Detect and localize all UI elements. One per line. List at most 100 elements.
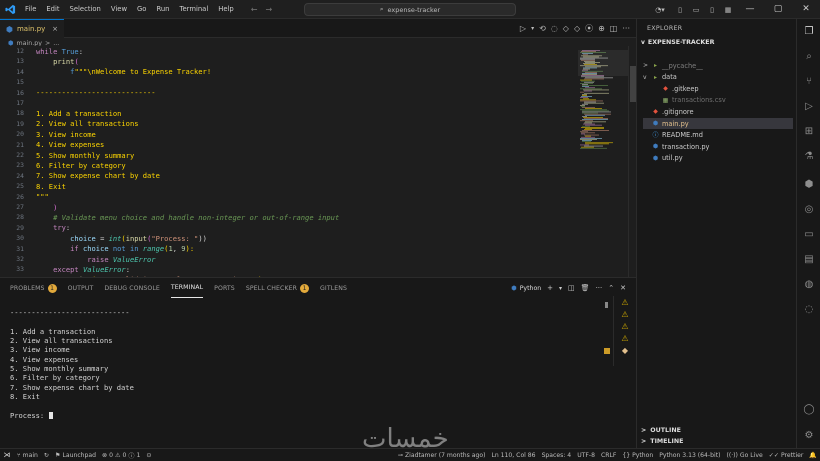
panel-tab-spell-checker[interactable]: SPELL CHECKER 1 [246, 278, 310, 298]
go-live-icon[interactable]: ⦿ [585, 23, 593, 34]
maximize-icon[interactable]: ▢ [764, 0, 792, 19]
code-line[interactable]: 33 except ValueError: [0, 264, 578, 274]
ports-status[interactable]: ⊙ [143, 452, 154, 459]
timeline-section[interactable]: > TIMELINE [641, 438, 683, 445]
close-panel-icon[interactable]: ✕ [620, 284, 626, 292]
menu-item-selection[interactable]: Selection [65, 0, 106, 19]
next-change-icon[interactable]: ◇ [574, 24, 580, 33]
code-line[interactable]: 28 # Validate menu choice and handle non… [0, 212, 578, 222]
explorer-icon[interactable]: ❐ [797, 21, 820, 41]
search-icon[interactable]: ⌕ [797, 46, 820, 66]
prettier-status[interactable]: ✓✓ Prettier [766, 452, 807, 459]
close-window-icon[interactable]: ✕ [792, 0, 820, 19]
file-tree-item[interactable]: ▦ transactions.csv [653, 95, 793, 106]
toggle-primary-sidebar-icon[interactable]: ▯ [674, 5, 686, 15]
menu-item-run[interactable]: Run [151, 0, 174, 19]
file-tree-item[interactable]: > ▸ __pycache__ [643, 60, 793, 71]
scrollbar-thumb[interactable] [605, 302, 608, 308]
eol-status[interactable]: CRLF [598, 452, 619, 459]
github-icon[interactable]: ◍ [797, 274, 820, 294]
panel-tab-output[interactable]: OUTPUT [68, 278, 94, 298]
file-tree-item[interactable]: ◆ .gitignore [643, 106, 793, 117]
gitlens-icon[interactable]: ◎ [797, 199, 820, 219]
panel-tab-terminal[interactable]: TERMINAL [170, 278, 204, 298]
code-line[interactable]: 32 raise ValueError [0, 254, 578, 264]
menu-item-go[interactable]: Go [132, 0, 151, 19]
code-line[interactable]: 31 if choice not in range(1, 9): [0, 244, 578, 254]
terminal-dropdown-icon[interactable]: ▾ [559, 285, 562, 292]
open-changes-icon[interactable]: ◌ [551, 24, 558, 33]
panel-tab-problems[interactable]: PROBLEMS 1 [10, 278, 57, 298]
cursor-position[interactable]: Ln 110, Col 86 [488, 452, 538, 459]
panel-tab-gitlens[interactable]: GITLENS [320, 278, 347, 298]
file-tree-item[interactable]: ◆ .gitkeep [653, 83, 793, 94]
file-tree-item[interactable]: ⓘ README.md [643, 130, 793, 141]
tab-main-py[interactable]: ⬢ main.py × [0, 19, 64, 38]
code-line[interactable]: 16 ---------------------------- [0, 88, 578, 98]
testing-icon[interactable]: ⚗ [797, 146, 820, 166]
code-line[interactable]: 22 5. Show monthly summary [0, 150, 578, 160]
account-icon[interactable]: ◯ [797, 399, 820, 419]
command-center-search[interactable]: ⌕ expense-tracker [304, 3, 516, 16]
code-line[interactable]: 29 try: [0, 223, 578, 233]
maximize-panel-icon[interactable]: ⌃ [608, 284, 614, 292]
split-editor-icon[interactable]: ◫ [610, 24, 618, 33]
interpreter-status[interactable]: Python 3.13 (64-bit) [656, 452, 723, 459]
branch-status[interactable]: ⑂ main [14, 452, 41, 459]
terminal-scrollbar[interactable] [604, 300, 610, 450]
menu-item-help[interactable]: Help [213, 0, 239, 19]
docker-icon[interactable]: ◌ [797, 299, 820, 319]
toggle-panel-icon[interactable]: ▭ [690, 5, 702, 15]
minimize-icon[interactable]: — [736, 0, 764, 19]
launchpad-status[interactable]: ⚑ Launchpad [52, 452, 99, 459]
terminal-python-icon[interactable]: ◆ [614, 344, 636, 356]
encoding-status[interactable]: UTF-8 [574, 452, 598, 459]
python-icon[interactable]: ⬢ [797, 174, 820, 194]
notifications-status[interactable]: 🔔 [806, 452, 820, 459]
back-arrow-icon[interactable]: ← [251, 5, 258, 14]
gear-icon[interactable]: ⚙ [797, 425, 820, 445]
code-line[interactable]: 23 6. Filter by category [0, 160, 578, 170]
menu-item-terminal[interactable]: Terminal [175, 0, 214, 19]
close-tab-icon[interactable]: × [52, 25, 58, 33]
run-python-icon[interactable]: ▷ [520, 24, 526, 33]
compare-icon[interactable]: ⊕ [598, 24, 605, 33]
file-tree-item[interactable]: ⬢ transaction.py [643, 141, 793, 152]
minimap-viewport[interactable] [578, 50, 628, 76]
more-actions-icon[interactable]: ··· [596, 284, 603, 292]
code-line[interactable]: 20 3. View income [0, 129, 578, 139]
code-editor[interactable]: 12 while True: 13 print(14 f"""\nWelcome t… [0, 46, 578, 277]
terminal-warning-icon[interactable]: ⚠ [614, 320, 636, 332]
run-dropdown-icon[interactable]: ▾ [531, 25, 534, 32]
terminal-profile-select[interactable]: ⬢ Python [511, 285, 541, 292]
terminal-output[interactable]: ---------------------------- 1. Add a tra… [10, 308, 605, 448]
code-line[interactable]: 25 8. Exit [0, 181, 578, 191]
split-terminal-icon[interactable]: ◫ [568, 284, 575, 292]
language-status[interactable]: {} Python [619, 452, 656, 459]
history-back-icon[interactable]: ⟲ [539, 24, 546, 33]
run-debug-icon[interactable]: ▷ [797, 96, 820, 116]
code-line[interactable]: 18 1. Add a transaction [0, 108, 578, 118]
code-line[interactable]: 30 choice = int(input("Process: ")) [0, 233, 578, 243]
problems-status[interactable]: ⊗ 0 ⚠ 0 ⓘ 1 [99, 451, 143, 460]
indentation-status[interactable]: Spaces: 4 [539, 452, 575, 459]
code-line[interactable]: 19 2. View all transactions [0, 119, 578, 129]
file-tree-item[interactable]: ⬢ main.py [643, 118, 793, 129]
customize-layout-icon[interactable]: ▦ [722, 5, 734, 15]
editor-scrollbar[interactable] [628, 46, 636, 277]
code-line[interactable]: 27 ) [0, 202, 578, 212]
code-line[interactable]: 17 [0, 98, 578, 108]
outline-section[interactable]: > OUTLINE [641, 427, 681, 434]
copilot-icon[interactable]: ◔▾ [650, 5, 670, 15]
menu-item-edit[interactable]: Edit [41, 0, 64, 19]
terminal-warning-icon[interactable]: ⚠ [614, 296, 636, 308]
terminal-warning-icon[interactable]: ⚠ [614, 308, 636, 320]
kill-terminal-icon[interactable]: 🗑 [581, 284, 590, 292]
code-line[interactable]: 13 print( [0, 56, 578, 66]
panel-tab-debug-console[interactable]: DEBUG CONSOLE [104, 278, 159, 298]
extensions-icon[interactable]: ⊞ [797, 121, 820, 141]
golive-status[interactable]: ((·)) Go Live [723, 452, 765, 459]
remote-indicator-icon[interactable]: ⋊ [0, 448, 14, 461]
sync-status[interactable]: ↻ [41, 452, 52, 459]
new-terminal-icon[interactable]: + [547, 284, 553, 292]
